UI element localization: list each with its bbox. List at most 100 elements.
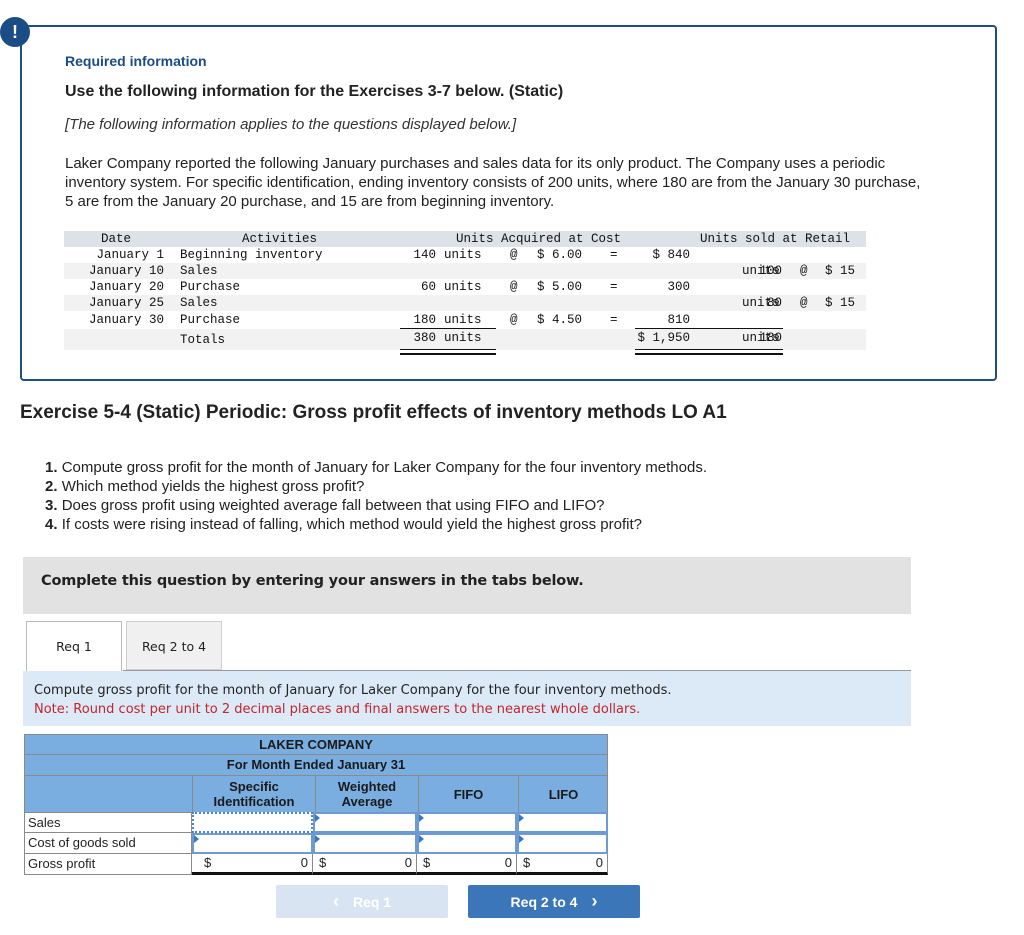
- currency-symbol: $: [423, 855, 431, 870]
- input-marker-icon: [315, 835, 320, 843]
- column-header-lifo: LIFO: [518, 776, 608, 812]
- complete-banner: Complete this question by entering your …: [23, 557, 911, 614]
- row-total: $ 840: [652, 248, 690, 262]
- cogs-lifo-input[interactable]: [517, 833, 608, 854]
- instructions-note: Note: Round cost per unit to 2 decimal p…: [34, 702, 641, 717]
- row-price: $ 15: [825, 264, 856, 278]
- totals-row: Totals 380 units $ 1,950 180 units: [64, 329, 866, 350]
- gross-profit-value: 0: [404, 855, 412, 870]
- question-item: 2. Which method yields the highest gross…: [45, 477, 707, 496]
- gross-profit-fifo: $ 0: [417, 854, 517, 875]
- prev-button-label: Req 1: [352, 894, 392, 910]
- chevron-left-icon: ‹: [332, 891, 339, 911]
- total-underline: [635, 311, 783, 329]
- exercise-title: Exercise 5-4 (Static) Periodic: Gross pr…: [20, 402, 727, 423]
- row-cost: $ 5.00: [537, 280, 583, 294]
- row-eq: =: [610, 280, 618, 294]
- input-marker-icon: [194, 835, 199, 843]
- row-date: January 30: [88, 313, 164, 327]
- currency-symbol: $: [523, 855, 531, 870]
- row-date: January 25: [88, 296, 164, 310]
- row-sold-label: units: [742, 264, 780, 278]
- column-header-specific-identification: Specific Identification: [192, 776, 315, 812]
- row-sold-at: @: [800, 296, 808, 310]
- complete-banner-text: Complete this question by entering your …: [41, 573, 584, 589]
- table-row: January 25 Sales 80 units @ $ 15: [64, 295, 866, 311]
- sales-weighted-average-input[interactable]: [313, 812, 417, 833]
- period-label: For Month Ended January 31: [24, 755, 608, 776]
- row-cost: $ 6.00: [537, 248, 583, 262]
- required-information-label: Required information: [65, 53, 207, 69]
- next-req-button[interactable]: Req 2 to 4 ›: [468, 885, 640, 918]
- row-activity: Sales: [180, 264, 218, 278]
- question-number: 1.: [45, 459, 58, 476]
- instructions-text: Compute gross profit for the month of Ja…: [34, 683, 672, 698]
- question-list: 1. Compute gross profit for the month of…: [45, 458, 707, 534]
- sales-specific-identification-input[interactable]: [192, 812, 313, 833]
- prev-req-button[interactable]: ‹ Req 1: [276, 885, 448, 918]
- row-total: 810: [667, 313, 690, 327]
- table-row: January 30 Purchase 180 units @ $ 4.50 =…: [64, 311, 866, 329]
- cogs-specific-identification-input[interactable]: [192, 833, 313, 854]
- question-text: Which method yields the highest gross pr…: [61, 478, 365, 495]
- total-double-underline: [635, 349, 783, 355]
- row-cost: $ 4.50: [537, 313, 583, 327]
- header-units-sold: Units sold at Retail: [700, 232, 851, 246]
- tab-req-2-to-4[interactable]: Req 2 to 4: [126, 621, 222, 670]
- alert-icon: !: [0, 17, 30, 47]
- question-number: 3.: [45, 497, 58, 514]
- header-date: Date: [101, 232, 132, 246]
- question-item: 3. Does gross profit using weighted aver…: [45, 496, 707, 515]
- question-text: Compute gross profit for the month of Ja…: [61, 459, 708, 476]
- column-header-row: Specific Identification Weighted Average…: [24, 776, 608, 813]
- header-units-acquired: Units Acquired at Cost: [456, 232, 622, 246]
- row-date: January 1: [96, 248, 164, 262]
- sales-fifo-input[interactable]: [417, 812, 517, 833]
- row-units-label: units: [444, 248, 482, 262]
- intro-text: Laker Company reported the following Jan…: [65, 155, 921, 210]
- gross-profit-weighted-average: $ 0: [313, 854, 417, 875]
- header-activities: Activities: [242, 232, 318, 246]
- table-header-row: Date Activities Units Acquired at Cost U…: [64, 231, 866, 247]
- column-header-fifo: FIFO: [418, 776, 518, 812]
- row-activity: Purchase: [180, 313, 241, 327]
- gross-profit-specific-identification: $ 0: [192, 854, 313, 875]
- row-at: @: [510, 248, 518, 262]
- gross-profit-value: 0: [504, 855, 512, 870]
- row-label-cost-of-goods-sold: Cost of goods sold: [24, 833, 192, 854]
- gross-profit-row: Gross profit $ 0 $ 0 $ 0 $ 0: [24, 854, 608, 875]
- row-eq: =: [610, 313, 618, 327]
- applies-note: [The following information applies to th…: [65, 116, 517, 133]
- input-marker-icon: [315, 814, 320, 822]
- row-activity: Sales: [180, 296, 218, 310]
- instructions-panel: Compute gross profit for the month of Ja…: [23, 671, 911, 726]
- sales-lifo-input[interactable]: [517, 812, 608, 833]
- units-double-underline: [400, 349, 496, 355]
- row-at: @: [510, 280, 518, 294]
- question-text: Does gross profit using weighted average…: [61, 497, 605, 514]
- question-number: 2.: [45, 478, 58, 495]
- table-row: January 10 Sales 100 units @ $ 15: [64, 263, 866, 279]
- sales-row: Sales: [24, 812, 608, 833]
- column-header-weighted-average: Weighted Average: [315, 776, 418, 812]
- question-text: If costs were rising instead of falling,…: [61, 516, 642, 533]
- next-button-label: Req 2 to 4: [510, 894, 578, 910]
- question-number: 4.: [45, 516, 58, 533]
- gross-profit-lifo: $ 0: [517, 854, 608, 875]
- currency-symbol: $: [204, 855, 212, 870]
- row-sold-label: units: [742, 296, 780, 310]
- gross-profit-value: 0: [595, 855, 603, 870]
- row-date: January 10: [88, 264, 164, 278]
- row-activity: Purchase: [180, 280, 241, 294]
- row-units: 60: [420, 280, 436, 294]
- gross-profit-value: 0: [300, 855, 308, 870]
- row-label-sales: Sales: [24, 812, 192, 833]
- cogs-weighted-average-input[interactable]: [313, 833, 417, 854]
- question-item: 4. If costs were rising instead of falli…: [45, 515, 707, 534]
- cogs-fifo-input[interactable]: [417, 833, 517, 854]
- tab-req-1[interactable]: Req 1: [26, 621, 122, 672]
- info-title: Use the following information for the Ex…: [65, 83, 564, 100]
- totals-units: 380: [413, 331, 436, 345]
- table-row: January 20 Purchase 60 units @ $ 5.00 = …: [64, 279, 866, 295]
- input-marker-icon: [519, 835, 524, 843]
